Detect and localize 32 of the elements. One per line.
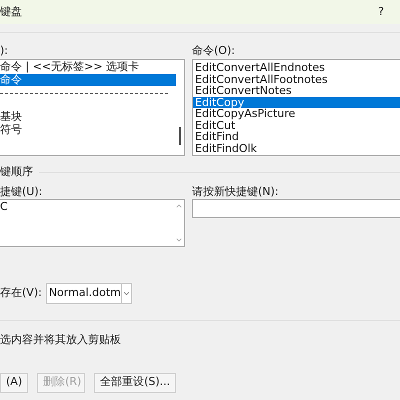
scroll-up-icon[interactable]	[175, 202, 183, 210]
list-item[interactable]: 基块	[0, 111, 176, 123]
chevron-down-icon	[122, 289, 131, 298]
category-list[interactable]: 命令 | <<无标签>> 选项卡 命令 基块 符号	[0, 59, 185, 156]
section-title: 键顺序	[0, 164, 33, 180]
list-item[interactable]: EditConvertAllEndnotes	[193, 62, 400, 74]
description-text: 选内容并将其放入剪贴板	[0, 332, 122, 348]
list-item[interactable]: 命令	[0, 74, 176, 86]
dialog-button[interactable]: 全部重设(S)...	[94, 372, 176, 392]
list-item[interactable]: EditFindOlk	[193, 142, 400, 154]
current-keys-list[interactable]: C	[0, 199, 185, 247]
list-item[interactable]: 命令 | <<无标签>> 选项卡	[0, 61, 176, 73]
list-item[interactable]: EditFind	[193, 131, 400, 142]
field-label: 捷键(U):	[0, 184, 44, 199]
list-item[interactable]: EditCopyAsPicture	[193, 108, 400, 120]
field-label: 请按新快捷键(N):	[192, 184, 280, 199]
window-title: 键盘	[0, 4, 22, 20]
list-item[interactable]: 符号	[0, 124, 176, 136]
help-button[interactable]: ?	[374, 4, 388, 20]
dialog-button[interactable]: (A)	[0, 372, 28, 392]
list-item[interactable]: EditCopy	[193, 96, 400, 108]
command-list[interactable]: EditConvertAllEndnotes EditConvertAllFootnotes EditConvertNotes EditCopy EditCopyAsPicture EditCut EditFind EditFindOlk	[192, 59, 400, 156]
scroll-down-icon[interactable]	[175, 236, 183, 244]
list-item[interactable]: EditConvertAllFootnotes	[193, 74, 400, 85]
field-label: 存在(V):	[0, 285, 42, 302]
list-item[interactable]: EditCut	[193, 120, 400, 131]
save-in-dropdown[interactable]: Normal.dotm	[46, 283, 132, 304]
list-item[interactable]: EditConvertNotes	[193, 85, 400, 96]
new-shortcut-field[interactable]	[192, 199, 400, 218]
shortcut-item[interactable]: C	[0, 200, 174, 213]
list-label: ):	[0, 43, 9, 59]
list-label: 命令(O):	[192, 43, 236, 59]
